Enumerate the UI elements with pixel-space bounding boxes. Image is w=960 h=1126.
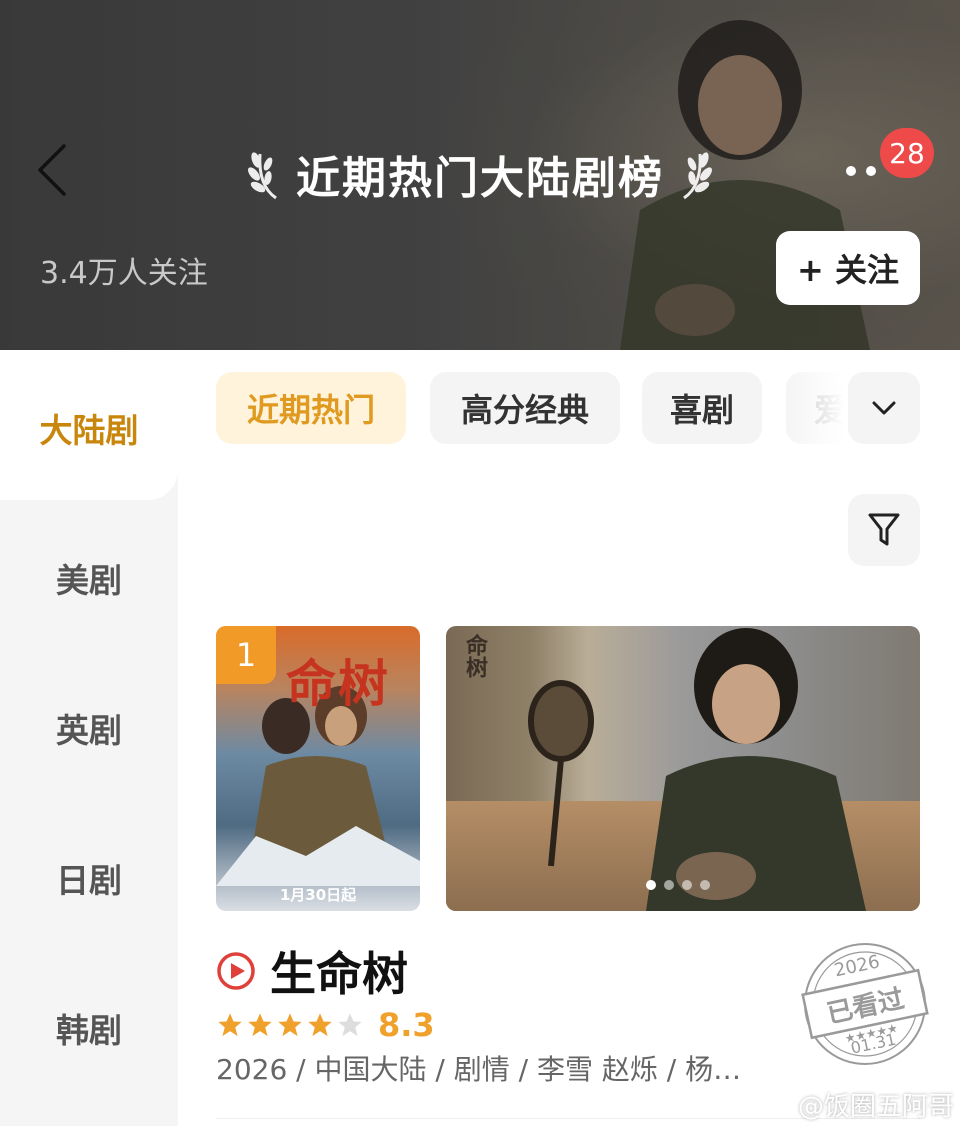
poster-title-text: 命树	[286, 655, 390, 713]
sidebar-item-uk[interactable]: 英剧	[0, 704, 178, 752]
carousel-dot	[682, 880, 692, 890]
star-icon	[248, 1013, 272, 1037]
carousel-dot	[646, 880, 656, 890]
laurel-left-icon	[248, 152, 277, 200]
rating-row: 8.3	[216, 1006, 435, 1044]
star-icon	[218, 1013, 242, 1037]
carousel-dot	[700, 880, 710, 890]
svg-text:2026: 2026	[832, 951, 881, 981]
show-title-row[interactable]: 生命树	[216, 938, 408, 1004]
rank-badge: 1	[216, 626, 276, 684]
header-banner: 近期热门大陆剧榜 28 3.4万人关注 + 关注	[0, 0, 960, 350]
rating-score: 8.3	[378, 1006, 435, 1044]
watched-stamp: 2026 已看过 01.31 ★★★★★	[801, 943, 929, 1065]
followers-count: 3.4万人关注	[40, 256, 208, 291]
poster-image[interactable]: 1 命树 1月30日起	[216, 626, 420, 911]
still-text: 命树	[462, 634, 487, 678]
sidebar-item-korea[interactable]: 韩剧	[0, 1004, 178, 1052]
sidebar-item-mainland[interactable]: 大陆剧	[0, 404, 178, 452]
page-title: 近期热门大陆剧榜	[296, 153, 664, 204]
poster-date: 1月30日起	[279, 886, 357, 904]
carousel-dots	[646, 880, 710, 890]
notification-badge[interactable]: 28	[880, 128, 934, 178]
page-title-group: 近期热门大陆剧榜	[246, 142, 714, 206]
still-figure	[646, 628, 866, 911]
show-meta: 2026 / 中国大陆 / 剧情 / 李雪 赵烁 / 杨…	[216, 1053, 742, 1086]
laurel-right-icon	[683, 152, 712, 200]
weibo-logo-icon	[762, 1093, 790, 1117]
show-title: 生命树	[270, 947, 408, 1001]
follow-button[interactable]: + 关注	[776, 231, 920, 305]
title-wrap: 近期热门大陆剧榜	[0, 142, 960, 206]
tab-classic[interactable]: 高分经典	[430, 372, 620, 444]
star-icon	[278, 1013, 302, 1037]
star-icon	[308, 1013, 332, 1037]
more-dots-icon[interactable]	[846, 166, 876, 176]
play-icon[interactable]	[216, 951, 256, 991]
tab-recent-hot[interactable]: 近期热门	[216, 372, 406, 444]
star-empty-icon	[338, 1013, 362, 1037]
watermark: @饭圈五阿哥	[762, 1086, 954, 1123]
watermark-text: @饭圈五阿哥	[798, 1092, 955, 1122]
filter-icon[interactable]	[848, 494, 920, 566]
tab-comedy[interactable]: 喜剧	[642, 372, 762, 444]
poster-figures	[216, 686, 420, 886]
carousel-dot	[664, 880, 674, 890]
still-mirror	[528, 680, 594, 867]
chevron-down-icon[interactable]	[848, 372, 920, 444]
sidebar-item-us[interactable]: 美剧	[0, 554, 178, 602]
sidebar-item-japan[interactable]: 日剧	[0, 854, 178, 902]
still-image[interactable]: 命树	[446, 626, 920, 911]
